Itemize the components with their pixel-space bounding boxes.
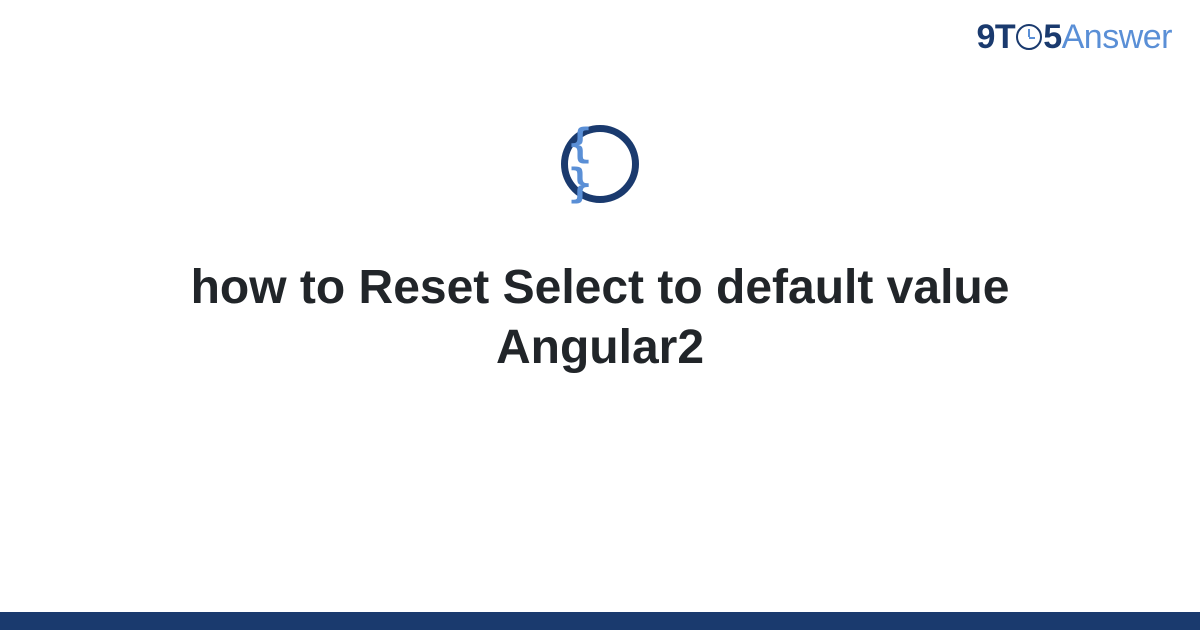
main-content: { } how to Reset Select to default value… <box>0 125 1200 378</box>
logo-part-5: 5 <box>1043 18 1061 56</box>
logo-part-9t: 9T <box>977 18 1016 56</box>
code-braces-icon: { } <box>561 125 639 203</box>
page-title: how to Reset Select to default value Ang… <box>150 258 1050 378</box>
header-logo: 9T 5Answer <box>977 18 1172 57</box>
logo-text: 9T 5Answer <box>977 18 1172 57</box>
logo-part-answer: Answer <box>1062 18 1172 56</box>
clock-icon <box>1016 24 1042 50</box>
footer-accent-bar <box>0 612 1200 630</box>
braces-glyph: { } <box>568 124 632 204</box>
